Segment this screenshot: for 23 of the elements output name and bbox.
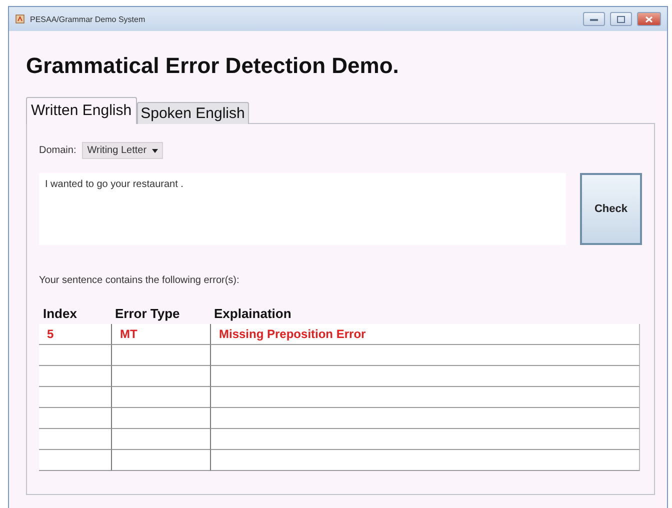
domain-label: Domain: bbox=[39, 145, 76, 156]
domain-dropdown[interactable]: Writing Letter bbox=[82, 142, 163, 159]
maximize-icon bbox=[617, 16, 625, 22]
sentence-input[interactable]: I wanted to go your restaurant . bbox=[39, 173, 566, 245]
table-cell: 5 bbox=[39, 324, 111, 345]
close-icon bbox=[645, 16, 653, 22]
column-header: Error Type bbox=[114, 306, 181, 323]
minimize-icon bbox=[590, 17, 598, 21]
column-header: Explaination bbox=[213, 306, 292, 323]
table-cell: Missing Preposition Error bbox=[210, 324, 640, 345]
app-icon bbox=[15, 14, 25, 24]
table-cell: MT bbox=[111, 324, 210, 345]
minimize-button[interactable] bbox=[583, 12, 605, 26]
tab[interactable]: Spoken English bbox=[136, 102, 249, 124]
tab[interactable]: Written English bbox=[26, 97, 137, 124]
page-heading: Grammatical Error Detection Demo. bbox=[26, 53, 400, 79]
result-message: Your sentence contains the following error(s): bbox=[39, 275, 240, 286]
check-button[interactable]: Check bbox=[580, 173, 642, 245]
maximize-button[interactable] bbox=[610, 12, 632, 26]
column-header: Index bbox=[42, 306, 78, 323]
window-title: PESAA/Grammar Demo System bbox=[30, 14, 146, 24]
close-button[interactable] bbox=[637, 12, 661, 26]
caret-icon bbox=[152, 148, 158, 152]
